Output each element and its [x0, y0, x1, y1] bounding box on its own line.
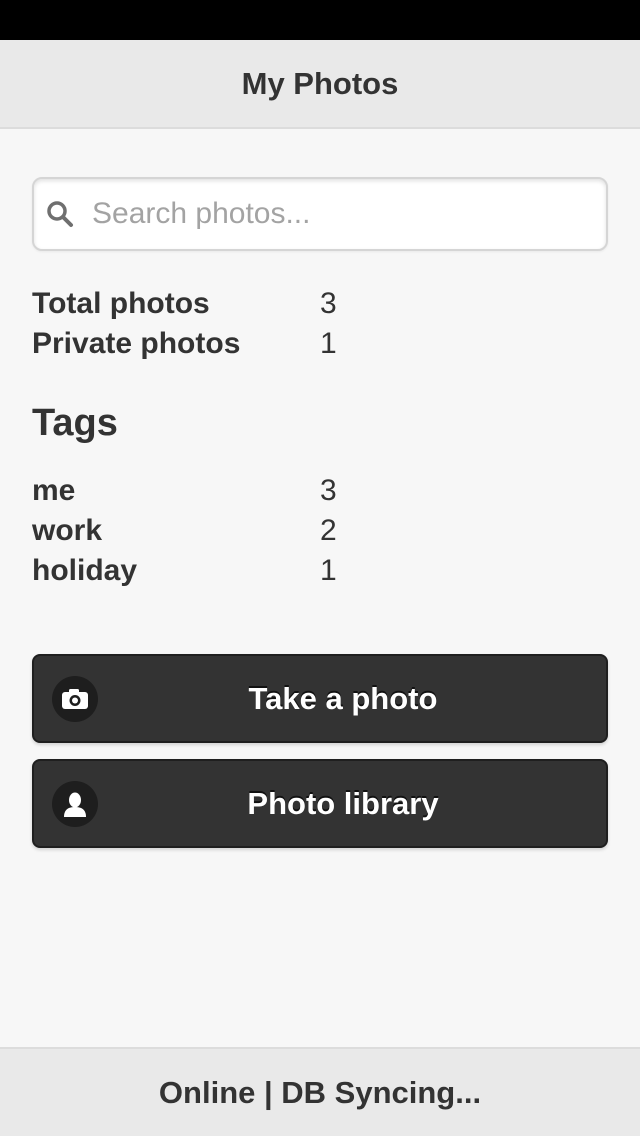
stat-label: Private photos	[32, 327, 241, 360]
tag-count: 3	[320, 474, 337, 507]
header-bar: My Photos	[0, 40, 640, 129]
footer-bar: Online | DB Syncing...	[0, 1047, 640, 1136]
tag-count: 1	[320, 554, 337, 587]
tag-label: work	[32, 514, 103, 547]
user-icon	[52, 781, 98, 827]
stats-list: Total photos 3 Private photos 1	[32, 284, 608, 364]
photo-library-label: Photo library	[247, 785, 439, 821]
take-photo-label: Take a photo	[248, 680, 438, 716]
status-bar	[0, 0, 640, 40]
tag-count: 2	[320, 514, 337, 547]
tag-label: me	[32, 474, 76, 507]
search-icon	[44, 198, 76, 230]
stat-row-total: Total photos 3	[32, 284, 608, 324]
tags-list: me 3 work 2 holiday 1	[32, 471, 608, 591]
search-input[interactable]	[92, 184, 606, 244]
stat-label: Total photos	[32, 287, 210, 320]
photo-library-button[interactable]: Photo library	[32, 759, 608, 848]
tags-heading: Tags	[32, 402, 118, 444]
search-box[interactable]	[32, 177, 608, 251]
camera-icon	[52, 676, 98, 722]
tag-row: holiday 1	[32, 551, 608, 591]
stat-row-private: Private photos 1	[32, 324, 608, 364]
stat-value: 3	[320, 287, 337, 320]
page-title: My Photos	[241, 65, 399, 101]
sync-status: Online | DB Syncing...	[158, 1074, 482, 1110]
tag-row: work 2	[32, 511, 608, 551]
stat-value: 1	[320, 327, 337, 360]
tag-row: me 3	[32, 471, 608, 511]
take-photo-button[interactable]: Take a photo	[32, 654, 608, 743]
tag-label: holiday	[32, 554, 138, 587]
